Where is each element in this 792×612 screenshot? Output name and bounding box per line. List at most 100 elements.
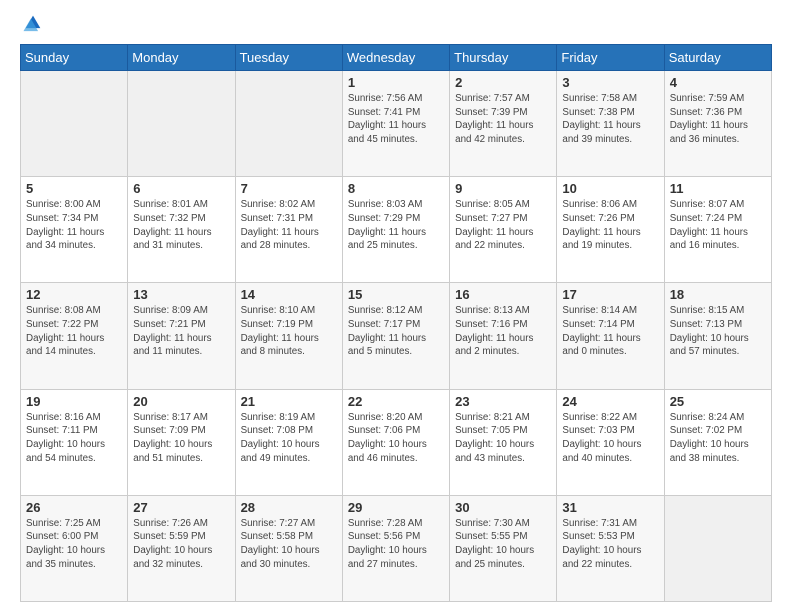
calendar-header-wednesday: Wednesday [342,45,449,71]
calendar-cell: 12 Sunrise: 8:08 AM Sunset: 7:22 PM Dayli… [21,283,128,389]
day-number: 14 [241,287,337,302]
day-info: Sunrise: 8:01 AM Sunset: 7:32 PM Dayligh… [133,198,229,253]
day-number: 3 [562,75,658,90]
day-info: Sunrise: 8:13 AM Sunset: 7:16 PM Dayligh… [455,304,551,359]
day-number: 6 [133,181,229,196]
calendar-cell: 4 Sunrise: 7:59 AM Sunset: 7:36 PM Daylig… [664,71,771,177]
calendar-cell: 18Sunrise: 8:15 AM Sunset: 7:13 PM Dayli… [664,283,771,389]
calendar-header-monday: Monday [128,45,235,71]
header [20,16,772,34]
calendar-cell: 21 Sunrise: 8:19 AM Sunset: 7:08 PM Dayli… [235,389,342,495]
day-number: 2 [455,75,551,90]
day-info: Sunrise: 7:26 AM Sunset: 5:59 PM Dayligh… [133,517,229,572]
calendar-cell: 6 Sunrise: 8:01 AM Sunset: 7:32 PM Daylig… [128,177,235,283]
calendar-week-row: 26 Sunrise: 7:25 AM Sunset: 6:00 PM Dayli… [21,495,772,601]
day-info: Sunrise: 8:02 AM Sunset: 7:31 PM Dayligh… [241,198,337,253]
page: SundayMondayTuesdayWednesdayThursdayFrid… [0,0,792,612]
calendar-table: SundayMondayTuesdayWednesdayThursdayFrid… [20,44,772,602]
calendar-cell: 30Sunrise: 7:30 AM Sunset: 5:55 PM Dayli… [450,495,557,601]
logo [20,16,44,34]
day-number: 21 [241,394,337,409]
calendar-cell: 20Sunrise: 8:17 AM Sunset: 7:09 PM Dayli… [128,389,235,495]
day-number: 27 [133,500,229,515]
day-info: Sunrise: 7:56 AM Sunset: 7:41 PM Dayligh… [348,92,444,147]
calendar-cell: 2 Sunrise: 7:57 AM Sunset: 7:39 PM Daylig… [450,71,557,177]
calendar-week-row: 5 Sunrise: 8:00 AM Sunset: 7:34 PM Daylig… [21,177,772,283]
day-info: Sunrise: 8:07 AM Sunset: 7:24 PM Dayligh… [670,198,766,253]
calendar-cell: 14 Sunrise: 8:10 AM Sunset: 7:19 PM Dayli… [235,283,342,389]
calendar-header-row: SundayMondayTuesdayWednesdayThursdayFrid… [21,45,772,71]
calendar-header-thursday: Thursday [450,45,557,71]
day-info: Sunrise: 8:24 AM Sunset: 7:02 PM Dayligh… [670,411,766,466]
calendar-cell: 13 Sunrise: 8:09 AM Sunset: 7:21 PM Dayli… [128,283,235,389]
day-number: 11 [670,181,766,196]
logo-icon [22,12,44,34]
day-info: Sunrise: 7:30 AM Sunset: 5:55 PM Dayligh… [455,517,551,572]
calendar-cell: 10Sunrise: 8:06 AM Sunset: 7:26 PM Dayli… [557,177,664,283]
day-info: Sunrise: 8:14 AM Sunset: 7:14 PM Dayligh… [562,304,658,359]
day-info: Sunrise: 7:31 AM Sunset: 5:53 PM Dayligh… [562,517,658,572]
calendar-cell: 1Sunrise: 7:56 AM Sunset: 7:41 PM Daylig… [342,71,449,177]
day-info: Sunrise: 8:12 AM Sunset: 7:17 PM Dayligh… [348,304,444,359]
calendar-cell: 15 Sunrise: 8:12 AM Sunset: 7:17 PM Dayli… [342,283,449,389]
day-info: Sunrise: 7:28 AM Sunset: 5:56 PM Dayligh… [348,517,444,572]
calendar-header-friday: Friday [557,45,664,71]
calendar-cell: 11 Sunrise: 8:07 AM Sunset: 7:24 PM Dayli… [664,177,771,283]
calendar-cell [128,71,235,177]
day-info: Sunrise: 8:20 AM Sunset: 7:06 PM Dayligh… [348,411,444,466]
calendar-cell: 27 Sunrise: 7:26 AM Sunset: 5:59 PM Dayli… [128,495,235,601]
calendar-cell: 3 Sunrise: 7:58 AM Sunset: 7:38 PM Daylig… [557,71,664,177]
day-info: Sunrise: 7:57 AM Sunset: 7:39 PM Dayligh… [455,92,551,147]
calendar-cell: 22 Sunrise: 8:20 AM Sunset: 7:06 PM Dayli… [342,389,449,495]
day-number: 8 [348,181,444,196]
calendar-cell: 29 Sunrise: 7:28 AM Sunset: 5:56 PM Dayli… [342,495,449,601]
day-number: 5 [26,181,122,196]
day-number: 15 [348,287,444,302]
day-number: 16 [455,287,551,302]
day-info: Sunrise: 8:10 AM Sunset: 7:19 PM Dayligh… [241,304,337,359]
day-info: Sunrise: 8:09 AM Sunset: 7:21 PM Dayligh… [133,304,229,359]
calendar-cell: 16 Sunrise: 8:13 AM Sunset: 7:16 PM Dayli… [450,283,557,389]
calendar-cell: 31 Sunrise: 7:31 AM Sunset: 5:53 PM Dayli… [557,495,664,601]
day-number: 31 [562,500,658,515]
day-info: Sunrise: 8:08 AM Sunset: 7:22 PM Dayligh… [26,304,122,359]
day-info: Sunrise: 8:00 AM Sunset: 7:34 PM Dayligh… [26,198,122,253]
calendar-cell: 17 Sunrise: 8:14 AM Sunset: 7:14 PM Dayli… [557,283,664,389]
calendar-header-sunday: Sunday [21,45,128,71]
day-info: Sunrise: 7:25 AM Sunset: 6:00 PM Dayligh… [26,517,122,572]
day-info: Sunrise: 8:16 AM Sunset: 7:11 PM Dayligh… [26,411,122,466]
day-number: 13 [133,287,229,302]
day-number: 7 [241,181,337,196]
day-number: 25 [670,394,766,409]
calendar-header-tuesday: Tuesday [235,45,342,71]
calendar-cell [664,495,771,601]
day-info: Sunrise: 8:03 AM Sunset: 7:29 PM Dayligh… [348,198,444,253]
day-number: 9 [455,181,551,196]
calendar-cell: 5 Sunrise: 8:00 AM Sunset: 7:34 PM Daylig… [21,177,128,283]
day-number: 28 [241,500,337,515]
calendar-cell: 25 Sunrise: 8:24 AM Sunset: 7:02 PM Dayli… [664,389,771,495]
day-info: Sunrise: 7:58 AM Sunset: 7:38 PM Dayligh… [562,92,658,147]
day-info: Sunrise: 7:27 AM Sunset: 5:58 PM Dayligh… [241,517,337,572]
day-info: Sunrise: 8:06 AM Sunset: 7:26 PM Dayligh… [562,198,658,253]
day-info: Sunrise: 8:19 AM Sunset: 7:08 PM Dayligh… [241,411,337,466]
calendar-week-row: 12 Sunrise: 8:08 AM Sunset: 7:22 PM Dayli… [21,283,772,389]
calendar-cell: 7 Sunrise: 8:02 AM Sunset: 7:31 PM Daylig… [235,177,342,283]
day-number: 17 [562,287,658,302]
day-info: Sunrise: 8:15 AM Sunset: 7:13 PM Dayligh… [670,304,766,359]
day-number: 22 [348,394,444,409]
day-number: 23 [455,394,551,409]
calendar-cell: 23Sunrise: 8:21 AM Sunset: 7:05 PM Dayli… [450,389,557,495]
day-info: Sunrise: 8:22 AM Sunset: 7:03 PM Dayligh… [562,411,658,466]
calendar-cell: 28 Sunrise: 7:27 AM Sunset: 5:58 PM Dayli… [235,495,342,601]
day-info: Sunrise: 7:59 AM Sunset: 7:36 PM Dayligh… [670,92,766,147]
day-number: 12 [26,287,122,302]
calendar-week-row: 1Sunrise: 7:56 AM Sunset: 7:41 PM Daylig… [21,71,772,177]
calendar-cell: 24 Sunrise: 8:22 AM Sunset: 7:03 PM Dayli… [557,389,664,495]
day-number: 26 [26,500,122,515]
day-number: 24 [562,394,658,409]
day-number: 4 [670,75,766,90]
day-info: Sunrise: 8:17 AM Sunset: 7:09 PM Dayligh… [133,411,229,466]
day-number: 29 [348,500,444,515]
calendar-header-saturday: Saturday [664,45,771,71]
